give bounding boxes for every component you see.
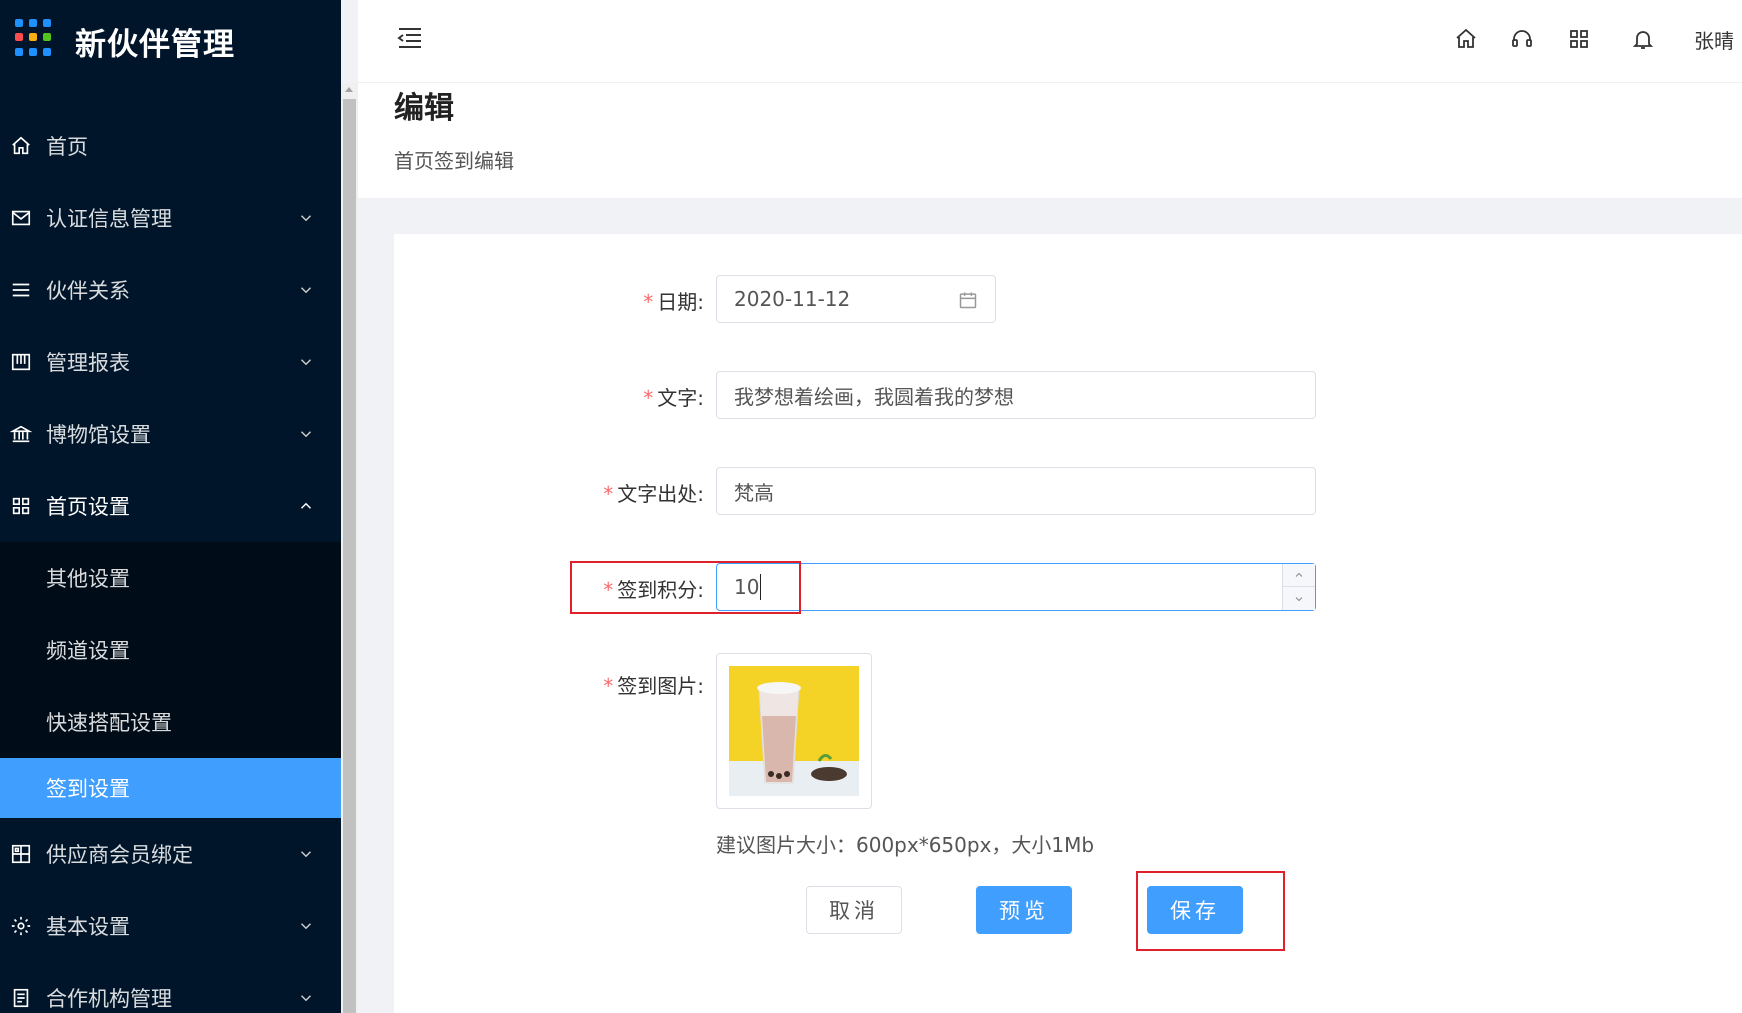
sidebar-item-museum[interactable]: 博物馆设置: [0, 398, 341, 470]
page-title: 编辑: [394, 91, 454, 126]
sidebar-item-partners[interactable]: 伙伴关系: [0, 254, 341, 326]
menu-fold-icon[interactable]: [396, 24, 424, 52]
sidebar-item-label: 基本设置: [46, 915, 130, 939]
museum-icon: [9, 422, 33, 446]
scroll-up-arrow-icon[interactable]: [345, 87, 353, 92]
sidebar-item-auth[interactable]: 认证信息管理: [0, 182, 341, 254]
form-card: * 日期: 2020-11-12 * 文字: 我梦想着绘画，我圆着我的梦想 * 文字出…: [394, 234, 1742, 1013]
sidebar-item-label: 管理报表: [46, 351, 130, 375]
user-name[interactable]: 张晴: [1694, 25, 1734, 54]
date-value: 2020-11-12: [734, 287, 851, 311]
sidebar-item-partner-orgs[interactable]: 合作机构管理: [0, 962, 341, 1013]
logo-area: 新伙伴管理: [0, 0, 341, 83]
sidebar-item-home-settings[interactable]: 首页设置: [0, 470, 341, 542]
uploaded-image-thumbnail: [729, 666, 859, 796]
sidebar-item-label: 供应商会员绑定: [46, 843, 193, 867]
report-icon: [9, 350, 33, 374]
chevron-up-icon: [1295, 572, 1303, 577]
date-picker[interactable]: 2020-11-12: [716, 275, 996, 323]
highlight-box-points: [570, 561, 801, 614]
source-label: * 文字出处:: [603, 482, 704, 506]
sidebar-item-label: 认证信息管理: [46, 207, 172, 231]
text-label: * 文字:: [643, 386, 704, 410]
sidebar-item-label: 博物馆设置: [46, 423, 151, 447]
image-upload[interactable]: [716, 653, 872, 809]
number-stepper: [1282, 564, 1315, 610]
chevron-down-icon: [300, 851, 312, 858]
sidebar-item-label: 频道设置: [46, 639, 130, 663]
chevron-down-icon: [300, 215, 312, 222]
gear-icon: [9, 914, 33, 938]
page-subtitle: 首页签到编辑: [394, 149, 514, 173]
calendar-icon: [959, 292, 977, 309]
text-input[interactable]: 我梦想着绘画，我圆着我的梦想: [716, 371, 1316, 419]
sidebar-subitem-channel[interactable]: 频道设置: [0, 614, 341, 686]
decrease-button[interactable]: [1283, 587, 1315, 610]
date-label: * 日期:: [643, 290, 704, 314]
chevron-down-icon: [300, 431, 312, 438]
apps-icon[interactable]: [1567, 27, 1591, 51]
chevron-down-icon: [300, 923, 312, 930]
chevron-down-icon: [300, 995, 312, 1002]
headset-icon[interactable]: [1510, 27, 1534, 51]
cancel-button[interactable]: 取消: [806, 886, 902, 934]
sidebar-item-label: 首页设置: [46, 495, 130, 519]
source-input[interactable]: 梵高: [716, 467, 1316, 515]
sidebar: 新伙伴管理 首页 认证信息管理 伙伴关系 管理报表 博物馆设置 首页设置 其他设…: [0, 0, 341, 1013]
sidebar-item-label: 其他设置: [46, 567, 130, 591]
sidebar-subitem-other[interactable]: 其他设置: [0, 542, 341, 614]
sidebar-scrollbar[interactable]: [341, 83, 358, 1013]
app-title: 新伙伴管理: [75, 27, 235, 63]
home-icon[interactable]: [1454, 27, 1478, 51]
mail-icon: [9, 206, 33, 230]
top-header: 张晴: [358, 0, 1742, 83]
sidebar-item-reports[interactable]: 管理报表: [0, 326, 341, 398]
bell-icon[interactable]: [1631, 27, 1655, 51]
increase-button[interactable]: [1283, 564, 1315, 587]
sidebar-item-label: 快速搭配设置: [46, 711, 172, 735]
sidebar-item-supplier[interactable]: 供应商会员绑定: [0, 818, 341, 890]
chevron-down-icon: [1295, 596, 1303, 601]
sidebar-item-label: 签到设置: [46, 777, 130, 801]
home-icon: [9, 134, 33, 158]
app-grid-logo-icon: [15, 19, 53, 57]
sidebar-subitem-quick-match[interactable]: 快速搭配设置: [0, 686, 341, 758]
doc-icon: [9, 986, 33, 1010]
source-value: 梵高: [734, 480, 774, 505]
sidebar-item-basic-settings[interactable]: 基本设置: [0, 890, 341, 962]
grid-icon: [9, 494, 33, 518]
submenu-home-settings: 其他设置 频道设置 快速搭配设置 签到设置: [0, 542, 341, 818]
points-number-input[interactable]: 10: [716, 563, 1316, 611]
page-header: 编辑 首页签到编辑: [358, 83, 1742, 198]
scrollbar-thumb[interactable]: [343, 99, 356, 1013]
chevron-up-icon: [300, 502, 312, 509]
image-label: * 签到图片:: [603, 674, 704, 698]
preview-button[interactable]: 预览: [976, 886, 1072, 934]
sidebar-item-label: 首页: [46, 135, 88, 159]
text-value: 我梦想着绘画，我圆着我的梦想: [734, 384, 1014, 409]
sidebar-item-label: 合作机构管理: [46, 987, 172, 1011]
sidebar-menu: 首页 认证信息管理 伙伴关系 管理报表 博物馆设置 首页设置 其他设置 频道设置…: [0, 110, 341, 1013]
chevron-down-icon: [300, 287, 312, 294]
highlight-box-save: [1136, 871, 1285, 951]
chevron-down-icon: [300, 359, 312, 366]
sidebar-item-home[interactable]: 首页: [0, 110, 341, 182]
image-size-hint: 建议图片大小：600px*650px，大小1Mb: [716, 833, 1095, 857]
apps-icon: [9, 842, 33, 866]
list-icon: [9, 278, 33, 302]
sidebar-item-label: 伙伴关系: [46, 279, 130, 303]
sidebar-subitem-signin[interactable]: 签到设置: [0, 758, 341, 818]
